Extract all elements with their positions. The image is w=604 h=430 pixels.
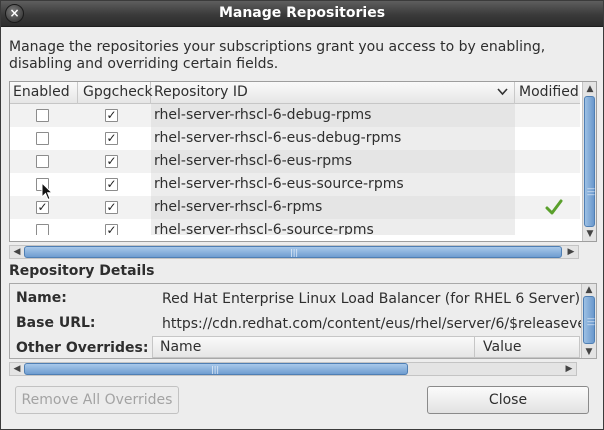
scroll-down-arrow-icon[interactable]: ▼ (583, 227, 596, 241)
overrides-table-header: Name Value (152, 336, 580, 358)
grip-icon: ||| (290, 248, 299, 257)
column-header-gpgcheck[interactable]: Gpgcheck (78, 82, 153, 104)
scroll-down-arrow-icon[interactable]: ▼ (582, 346, 596, 358)
repository-id-cell: rhel-server-rhscl-6-eus-source-rpms (151, 173, 515, 196)
scroll-right-arrow-icon[interactable]: ▶ (562, 363, 576, 375)
base-url-value: https://cdn.redhat.com/content/eus/rhel/… (162, 316, 592, 332)
scroll-left-arrow-icon[interactable]: ◀ (10, 363, 24, 375)
details-vertical-scroll-thumb[interactable]: — — — (583, 296, 595, 344)
repository-id-cell: rhel-server-rhscl-6-rpms (151, 196, 515, 219)
detail-row-base-url: Base URL: https://cdn.redhat.com/content… (10, 311, 592, 335)
table-row[interactable]: ✓ rhel-server-rhscl-6-eus-rpms (10, 150, 580, 173)
repository-id-cell: rhel-server-rhscl-6-debug-rpms (151, 104, 515, 127)
grip-icon: ||| (211, 365, 220, 374)
scroll-up-arrow-icon[interactable]: ▲ (583, 82, 596, 96)
gpgcheck-checkbox[interactable]: ✓ (105, 201, 118, 214)
detail-row-overrides: Other Overrides: Name Value (10, 336, 580, 358)
remove-all-overrides-button[interactable]: Remove All Overrides (15, 386, 179, 414)
gpgcheck-checkbox[interactable]: ✓ (105, 178, 118, 191)
modified-check-icon (545, 198, 563, 220)
modified-cell (515, 150, 580, 173)
close-button[interactable]: Close (427, 386, 589, 414)
details-horizontal-scrollbar[interactable]: ◀ ||| ▶ (9, 362, 577, 376)
chevron-down-icon (497, 82, 508, 103)
window-title: Manage Repositories (218, 5, 386, 21)
column-header-enabled[interactable]: Enabled (10, 82, 78, 104)
title-bar: × Manage Repositories (1, 1, 603, 27)
modified-cell (515, 173, 580, 196)
gpgcheck-checkbox[interactable]: ✓ (105, 224, 118, 235)
scroll-right-arrow-icon[interactable]: ▶ (564, 246, 578, 258)
modified-cell (515, 196, 580, 219)
dialog-description: Manage the repositories your subscriptio… (9, 39, 546, 72)
overrides-column-value[interactable]: Value (483, 339, 521, 355)
table-row[interactable]: ✓ rhel-server-rhscl-6-eus-debug-rpms (10, 127, 580, 150)
column-header-repository-id[interactable]: Repository ID (151, 82, 515, 104)
grip-icon: — — — (587, 314, 595, 329)
repositories-table[interactable]: Enabled Gpgcheck Repository ID Modified … (9, 81, 597, 242)
modified-cell (515, 104, 580, 127)
table-horizontal-scroll-thumb[interactable]: ||| (24, 246, 562, 258)
enabled-checkbox[interactable] (36, 224, 49, 235)
base-url-label: Base URL: (16, 315, 96, 331)
table-horizontal-scrollbar[interactable]: ◀ ||| ▶ (9, 245, 579, 259)
table-row[interactable]: ✓ ✓ rhel-server-rhscl-6-rpms (10, 196, 580, 219)
other-overrides-label: Other Overrides: (16, 340, 149, 356)
column-header-modified[interactable]: Modified (515, 82, 580, 104)
scroll-up-arrow-icon[interactable]: ▲ (582, 284, 596, 296)
enabled-checkbox[interactable] (36, 155, 49, 168)
detail-row-name: Name: Red Hat Enterprise Linux Load Bala… (10, 286, 596, 310)
overrides-column-name[interactable]: Name (160, 339, 201, 355)
column-divider (474, 337, 475, 358)
repository-details-heading: Repository Details (9, 263, 155, 279)
table-vertical-scroll-thumb[interactable]: — — — (584, 96, 595, 227)
modified-cell (515, 219, 580, 235)
manage-repositories-dialog: × Manage Repositories Manage the reposit… (0, 0, 604, 430)
repository-details-panel: Name: Red Hat Enterprise Linux Load Bala… (9, 283, 597, 359)
repository-id-cell: rhel-server-rhscl-6-eus-rpms (151, 150, 515, 173)
repository-id-cell: rhel-server-rhscl-6-eus-debug-rpms (151, 127, 515, 150)
details-vertical-scrollbar[interactable]: ▲ — — — ▼ (581, 284, 596, 358)
table-row[interactable]: ✓ rhel-server-rhscl-6-debug-rpms (10, 104, 580, 127)
name-label: Name: (16, 290, 67, 306)
mouse-cursor-icon (41, 181, 54, 205)
table-row[interactable]: ✓ rhel-server-rhscl-6-eus-source-rpms (10, 173, 580, 196)
enabled-checkbox[interactable] (36, 109, 49, 122)
scroll-left-arrow-icon[interactable]: ◀ (10, 246, 24, 258)
table-header: Enabled Gpgcheck Repository ID Modified (10, 82, 580, 104)
column-header-repository-id-label: Repository ID (154, 84, 248, 100)
grip-icon: — — — (587, 184, 595, 199)
gpgcheck-checkbox[interactable]: ✓ (105, 155, 118, 168)
table-row[interactable]: ✓ rhel-server-rhscl-6-source-rpms (10, 219, 580, 235)
details-horizontal-scroll-thumb[interactable]: ||| (24, 363, 408, 375)
modified-cell (515, 127, 580, 150)
table-body: ✓ rhel-server-rhscl-6-debug-rpms ✓ rhel-ser… (10, 104, 580, 235)
name-value: Red Hat Enterprise Linux Load Balancer (… (162, 291, 597, 307)
enabled-checkbox[interactable] (36, 132, 49, 145)
repository-id-cell: rhel-server-rhscl-6-source-rpms (151, 219, 515, 235)
gpgcheck-checkbox[interactable]: ✓ (105, 109, 118, 122)
gpgcheck-checkbox[interactable]: ✓ (105, 132, 118, 145)
table-vertical-scrollbar[interactable]: ▲ — — — ▼ (582, 82, 596, 241)
